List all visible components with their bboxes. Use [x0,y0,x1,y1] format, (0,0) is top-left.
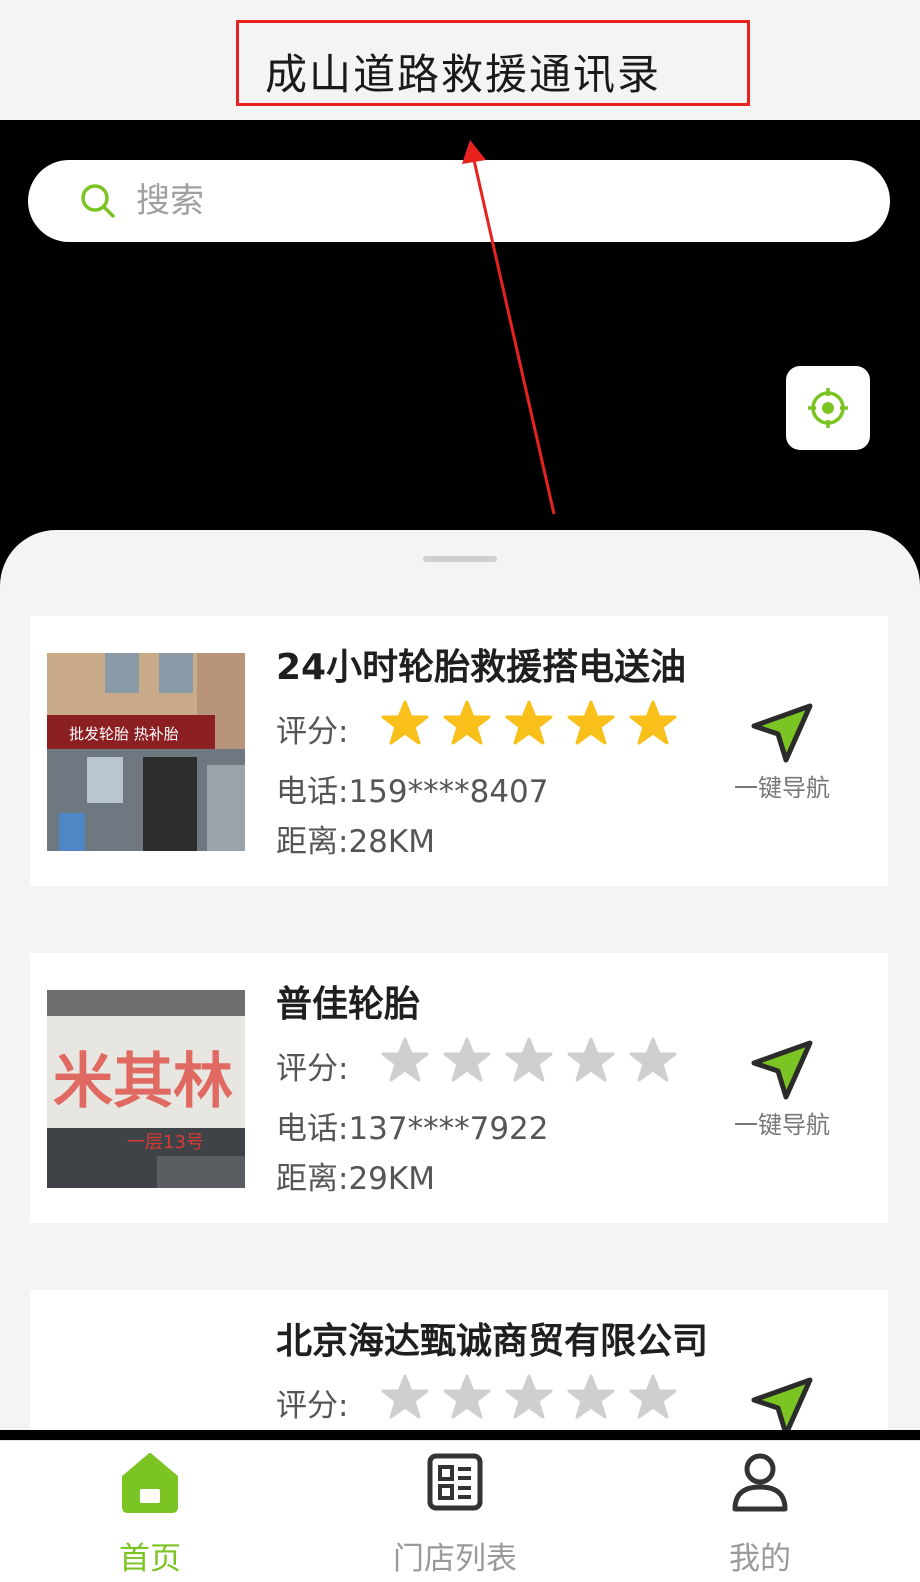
map-area[interactable] [0,120,920,540]
phone-number[interactable]: 电话:159****8407 [276,766,549,811]
search-bar[interactable] [28,160,890,242]
rating-label: 评分: [276,1051,349,1087]
star-icon [381,700,429,745]
locate-button[interactable] [786,366,870,450]
star-icon [381,1037,429,1082]
star-rating [380,1037,690,1087]
store-photo: 批发轮胎 热补胎 [47,653,245,851]
crosshair-icon [808,388,848,428]
rating-label: 评分: [276,714,349,750]
navigate-label: 一键导航 [734,774,830,802]
navigation-arrow-icon [751,703,813,763]
navigate-button[interactable]: 一键导航 [726,1039,838,1139]
navigate-button[interactable]: 一键导航 [726,702,838,802]
phone-number[interactable]: 电话:137****7922 [276,1103,549,1148]
store-card[interactable]: 批发轮胎 热补胎 24小时轮胎救援搭电送油 评分: 电话:159****8407… [30,616,888,886]
title-highlight-box: 成山道路救援通讯录 [236,20,750,106]
store-card[interactable]: 米其林 一层13号 普佳轮胎 评分: 电话:137****7922 距离:29K… [30,953,888,1223]
star-icon [505,700,553,745]
store-name[interactable]: 普佳轮胎 [276,975,420,1027]
search-icon [81,184,115,218]
star-rating [380,700,690,750]
rating-label: 评分: [276,1388,349,1424]
tab-home[interactable]: 首页 [50,1441,250,1582]
star-icon [443,1037,491,1082]
star-icon [443,700,491,745]
store-name[interactable]: 北京海达甄诚商贸有限公司 [276,1312,708,1364]
star-icon [629,1374,677,1419]
bottom-tab-bar: 首页 门店列表 我的 [0,1440,920,1582]
navigate-button[interactable] [726,1376,838,1430]
tab-home-label: 首页 [119,1541,181,1577]
store-card[interactable]: 北京海达甄诚商贸有限公司 评分: [30,1290,888,1430]
distance: 距离:29KM [276,1161,435,1197]
search-input[interactable] [136,160,836,242]
svg-text:米其林: 米其林 [53,1047,233,1117]
star-icon [567,1374,615,1419]
user-icon [732,1453,788,1512]
svg-text:批发轮胎 热补胎: 批发轮胎 热补胎 [69,725,179,743]
star-icon [505,1037,553,1082]
distance: 距离:28KM [276,824,435,860]
tab-me-label: 我的 [729,1541,791,1577]
navigation-arrow-icon [751,1040,813,1100]
star-icon [567,700,615,745]
navigate-label: 一键导航 [734,1111,830,1139]
tab-store-list[interactable]: 门店列表 [355,1441,555,1582]
tab-me[interactable]: 我的 [660,1441,860,1582]
svg-text:一层13号: 一层13号 [127,1132,204,1153]
page-title: 成山道路救援通讯录 [265,50,662,99]
star-icon [567,1037,615,1082]
app-header: 成山道路救援通讯录 [0,0,920,120]
star-icon [505,1374,553,1419]
star-icon [381,1374,429,1419]
drag-handle[interactable] [423,556,497,562]
star-icon [443,1374,491,1419]
tab-store-list-label: 门店列表 [393,1541,517,1577]
store-photo: 米其林 一层13号 [47,990,245,1188]
star-icon [629,1037,677,1082]
store-name[interactable]: 24小时轮胎救援搭电送油 [276,638,686,690]
star-rating [380,1374,690,1424]
navigation-arrow-icon [751,1377,813,1430]
star-icon [629,700,677,745]
home-icon [122,1453,178,1513]
store-list-sheet[interactable]: 批发轮胎 热补胎 24小时轮胎救援搭电送油 评分: 电话:159****8407… [0,530,920,1430]
list-icon [427,1453,483,1511]
